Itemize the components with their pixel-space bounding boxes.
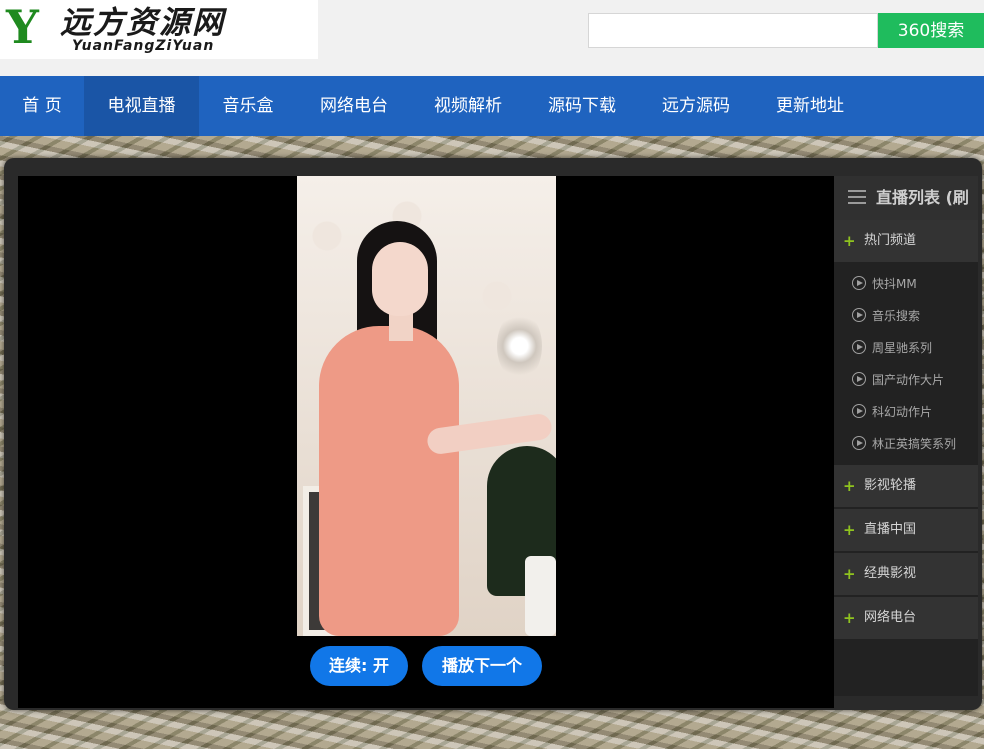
- nav-item-home[interactable]: 首 页: [0, 76, 84, 136]
- plus-icon: +: [843, 609, 856, 627]
- channel-item[interactable]: 快抖MM: [834, 268, 978, 300]
- sidebar-title[interactable]: 直播列表 (刷: [876, 176, 969, 220]
- sidebar-header: 直播列表 (刷: [834, 176, 978, 220]
- person-dress: [319, 326, 459, 636]
- group-live-china[interactable]: + 直播中国: [834, 509, 978, 551]
- channel-label: 科幻动作片: [872, 405, 933, 419]
- nav-item-update-address[interactable]: 更新地址: [753, 76, 867, 136]
- nav-item-tv-live[interactable]: 电视直播: [84, 76, 199, 136]
- plus-icon: +: [843, 232, 856, 250]
- chandelier: [497, 311, 542, 381]
- plus-icon: +: [843, 565, 856, 583]
- channel-item[interactable]: 科幻动作片: [834, 396, 978, 428]
- group-label: 热门频道: [864, 233, 917, 248]
- nav-item-yuanfang-source[interactable]: 远方源码: [639, 76, 753, 136]
- play-next-button[interactable]: 播放下一个: [422, 646, 542, 686]
- logo-subtitle: YuanFangZiYuan: [72, 38, 215, 54]
- plus-icon: +: [843, 521, 856, 539]
- channel-label: 音乐搜索: [872, 309, 921, 323]
- group-label: 直播中国: [864, 522, 917, 537]
- play-circle-icon: [852, 436, 866, 450]
- continuous-play-button[interactable]: 连续: 开: [310, 646, 408, 686]
- plus-icon: +: [843, 477, 856, 495]
- channel-item[interactable]: 林正英搞笑系列: [834, 428, 978, 460]
- list-icon: [848, 190, 866, 204]
- logo-title: 远方资源网: [60, 5, 225, 41]
- header: Y 远方资源网 YuanFangZiYuan 360搜索: [0, 0, 984, 76]
- play-circle-icon: [852, 372, 866, 386]
- channel-item[interactable]: 音乐搜索: [834, 300, 978, 332]
- live-list-sidebar: 直播列表 (刷 + 热门频道 快抖MM 音乐搜索 周星驰系列 国产动作大片 科幻…: [834, 176, 978, 696]
- group-label: 影视轮播: [864, 478, 917, 493]
- group-web-radio[interactable]: + 网络电台: [834, 597, 978, 639]
- play-circle-icon: [852, 340, 866, 354]
- channel-item[interactable]: 国产动作大片: [834, 364, 978, 396]
- channel-label: 快抖MM: [872, 277, 917, 291]
- site-logo[interactable]: Y 远方资源网 YuanFangZiYuan: [0, 0, 318, 59]
- search-input[interactable]: [589, 14, 877, 47]
- channel-label: 周星驰系列: [872, 341, 933, 355]
- channel-item[interactable]: 周星驰系列: [834, 332, 978, 364]
- main-nav: 首 页 电视直播 音乐盒 网络电台 视频解析 源码下载 远方源码 更新地址: [0, 76, 984, 136]
- play-circle-icon: [852, 404, 866, 418]
- person-face: [372, 242, 428, 316]
- logo-mark: Y: [6, 0, 39, 54]
- search-button[interactable]: 360搜索: [878, 13, 984, 48]
- channel-label: 林正英搞笑系列: [872, 437, 957, 451]
- group-film-carousel[interactable]: + 影视轮播: [834, 465, 978, 507]
- search-box: [588, 13, 878, 48]
- group-classic-films[interactable]: + 经典影视: [834, 553, 978, 595]
- video-player[interactable]: [297, 176, 556, 636]
- play-circle-icon: [852, 308, 866, 322]
- group-label: 网络电台: [864, 610, 917, 625]
- play-circle-icon: [852, 276, 866, 290]
- group-hot-channels[interactable]: + 热门频道: [834, 220, 978, 262]
- nav-item-music-box[interactable]: 音乐盒: [199, 76, 297, 136]
- group-label: 经典影视: [864, 566, 917, 581]
- channel-label: 国产动作大片: [872, 373, 945, 387]
- nav-item-source-download[interactable]: 源码下载: [525, 76, 639, 136]
- nav-item-web-radio[interactable]: 网络电台: [297, 76, 411, 136]
- nav-item-video-parse[interactable]: 视频解析: [411, 76, 525, 136]
- plant-pot: [525, 556, 556, 636]
